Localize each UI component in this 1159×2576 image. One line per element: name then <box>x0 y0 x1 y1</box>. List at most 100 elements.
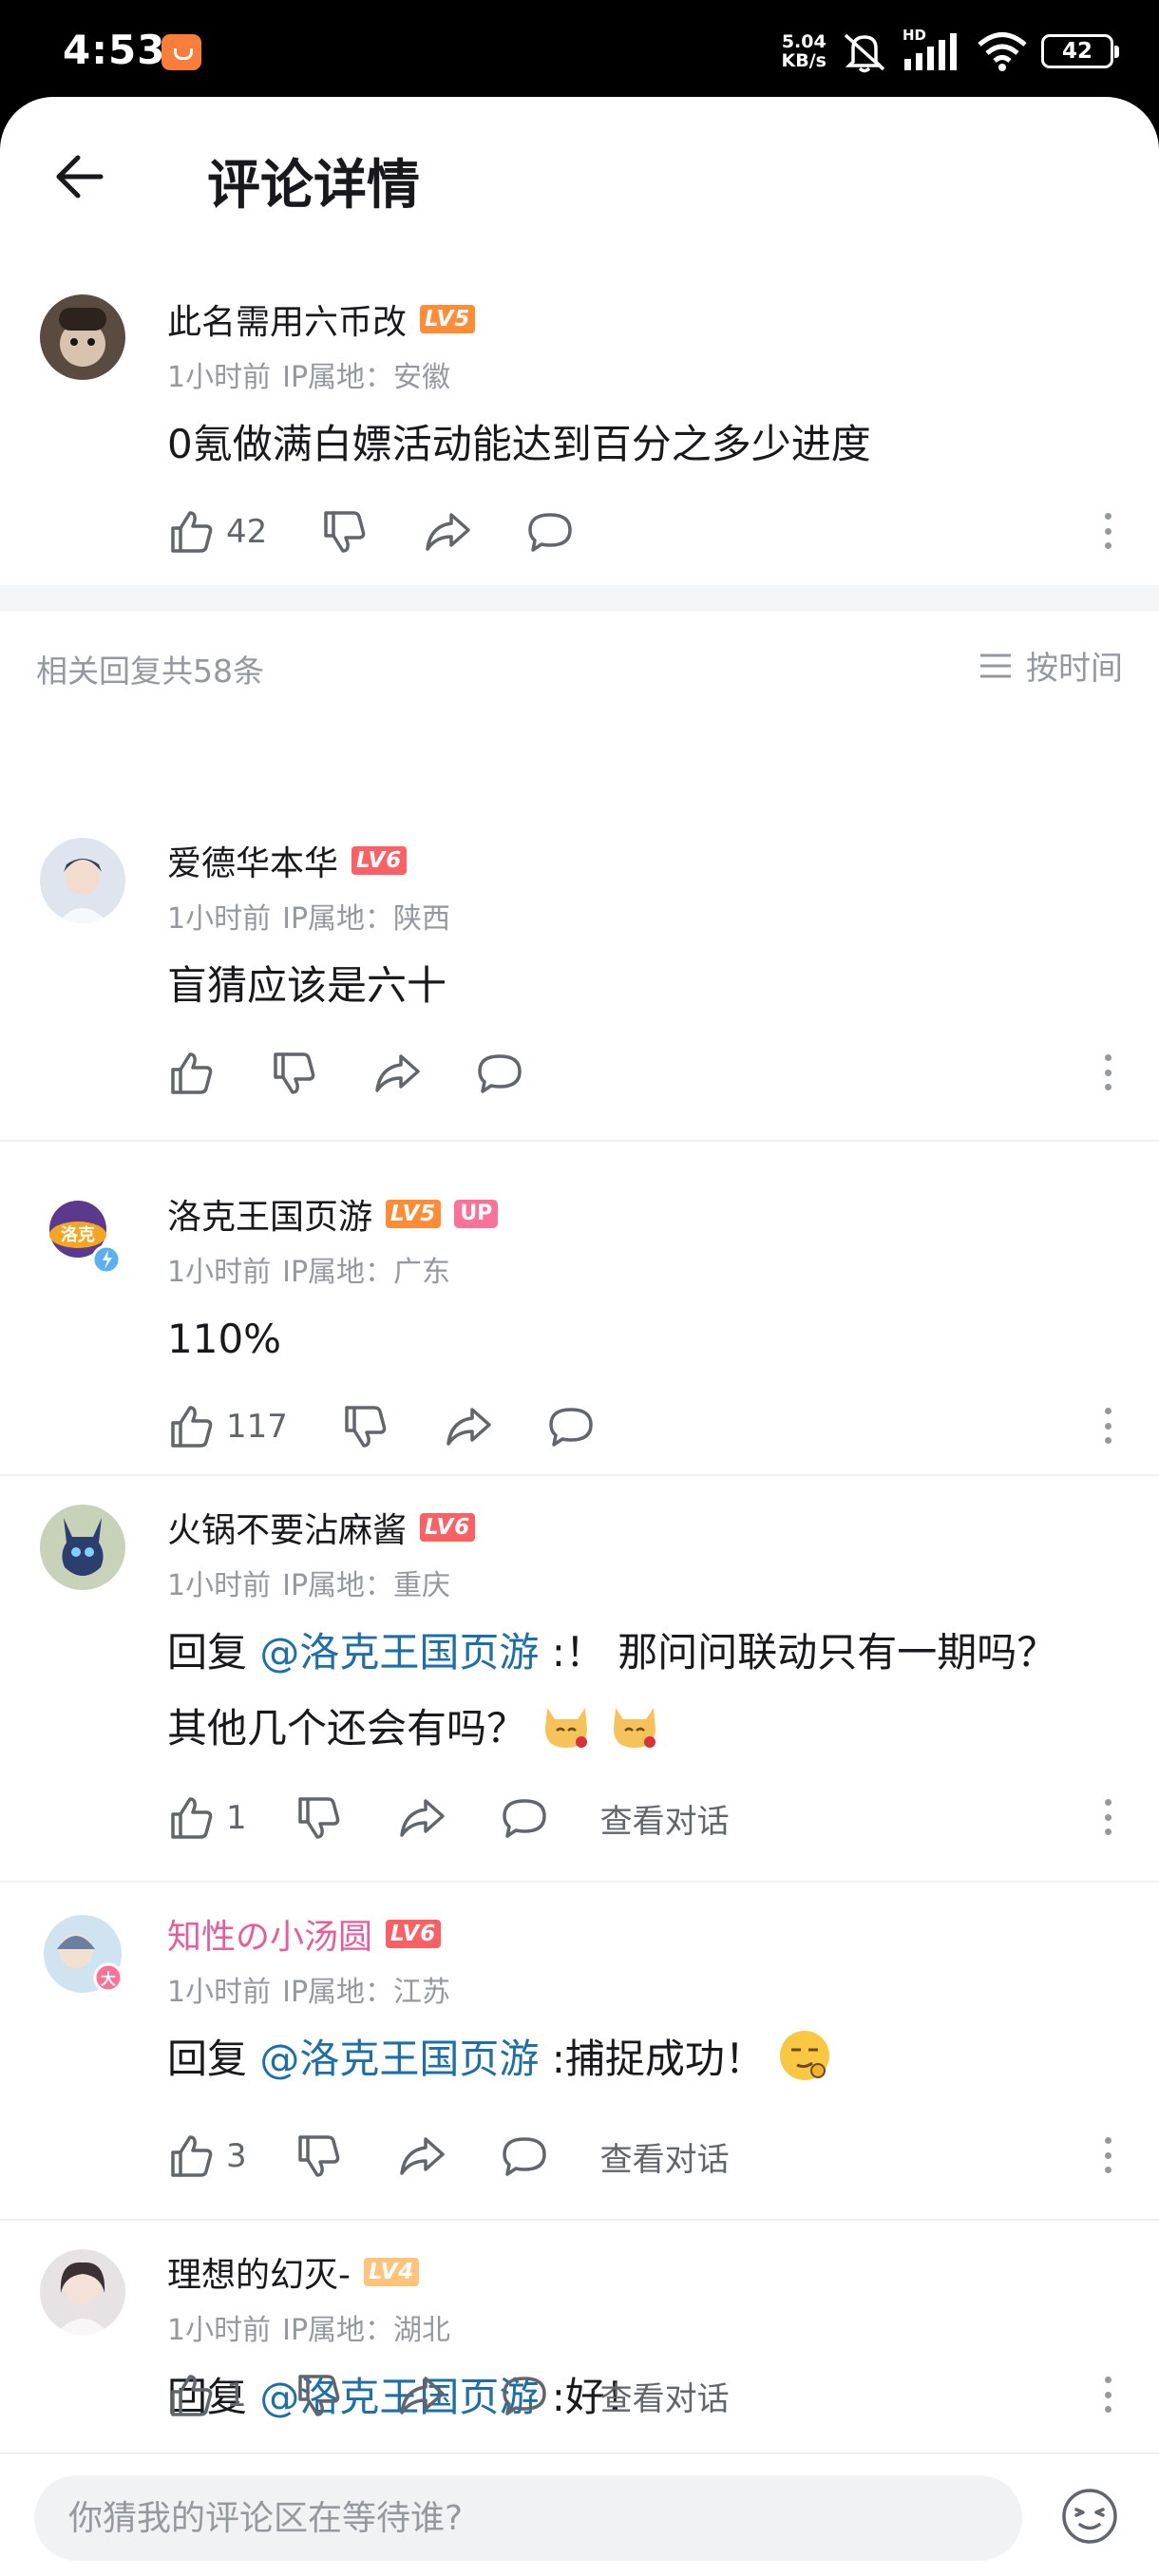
like-button[interactable] <box>167 1049 217 1098</box>
like-count: 42 <box>226 513 268 551</box>
username-row: 理想的幻灭- LV4 <box>167 2247 420 2297</box>
like-button[interactable]: 117 <box>167 1402 288 1451</box>
comment-time: 1小时前 <box>167 1256 272 1289</box>
cat-rose-emoji-icon <box>614 1708 656 1748</box>
svg-text:大: 大 <box>101 1970 116 1988</box>
reply-button[interactable] <box>500 2131 549 2181</box>
like-button[interactable]: 1 <box>167 1793 247 1843</box>
reply-icon <box>549 1408 593 1447</box>
ip-location: IP属地：安徽 <box>282 361 451 394</box>
share-button[interactable] <box>397 2371 446 2420</box>
reply-button[interactable] <box>525 507 575 557</box>
username[interactable]: 洛克王国页游 <box>167 1189 372 1239</box>
sort-label: 按时间 <box>1026 650 1123 688</box>
share-button[interactable] <box>444 1402 493 1451</box>
mention-link[interactable]: @洛克王国页游 <box>259 1629 539 1676</box>
reply-item: 爱德华本华 LV6 1小时前 IP属地：陕西 盲猜应该是六十 <box>0 739 1159 1094</box>
ip-location: IP属地：广东 <box>282 1256 451 1289</box>
comment-input[interactable] <box>34 2475 1022 2561</box>
like-icon <box>171 1797 213 1839</box>
username[interactable]: 火锅不要沾麻酱 <box>167 1503 407 1552</box>
sort-button[interactable]: 按时间 <box>978 642 1123 689</box>
view-conversation-link[interactable]: 查看对话 <box>600 2373 730 2419</box>
reply-button[interactable] <box>546 1402 596 1451</box>
avatar[interactable] <box>40 838 125 923</box>
share-button[interactable] <box>372 1049 422 1098</box>
view-conversation-link[interactable]: 查看对话 <box>600 2133 730 2180</box>
cat-rose-emoji-icon <box>545 1708 588 1748</box>
comment-text: 回复 @洛克王国页游 :！ 那问问联动只有一期吗？ 其他几个还会有吗？ <box>167 1615 1098 1767</box>
reply-button[interactable] <box>500 2371 549 2420</box>
username[interactable]: 理想的幻灭- <box>167 2247 351 2297</box>
dislike-icon <box>274 1052 315 1094</box>
username-row: 洛克王国页游 LV5 UP <box>167 1189 499 1239</box>
username[interactable]: 爱德华本华 <box>167 836 338 885</box>
reply-icon <box>478 1054 522 1093</box>
username-row: 知性の小汤圆 LV6 <box>167 1909 442 1959</box>
mention-link[interactable]: @洛克王国页游 <box>259 2036 539 2082</box>
back-arrow-icon[interactable] <box>49 146 110 207</box>
more-icon[interactable] <box>1098 1402 1117 1449</box>
reply-item: 火锅不要沾麻酱 LV6 1小时前 IP属地：重庆 回复 @洛克王国页游 :！ 那问… <box>0 1476 1159 1885</box>
comment-actions: 1 查看对话 <box>167 2367 730 2424</box>
level-badge: LV6 <box>420 1513 476 1542</box>
more-icon[interactable] <box>1098 1049 1117 1096</box>
dislike-button[interactable] <box>270 1049 319 1098</box>
share-button[interactable] <box>397 2131 446 2181</box>
comment-meta: 1小时前 IP属地：陕西 <box>167 895 450 937</box>
status-right: 5.04 KB/s HD 42 <box>782 27 1119 76</box>
like-button[interactable]: 42 <box>167 507 267 557</box>
like-button[interactable]: 1 <box>167 2371 247 2420</box>
more-icon[interactable] <box>1098 507 1117 555</box>
like-icon <box>171 1052 213 1094</box>
dislike-button[interactable] <box>294 2371 344 2420</box>
share-icon <box>446 1408 491 1446</box>
main-comment: 此名需用六币改 LV5 1小时前 IP属地：安徽 0氪做满白嫖活动能达到百分之多少… <box>0 258 1159 676</box>
level-badge: LV6 <box>386 1920 442 1948</box>
view-conversation-link[interactable]: 查看对话 <box>600 1795 730 1842</box>
like-button[interactable]: 3 <box>167 2131 247 2181</box>
like-count: 117 <box>226 1408 288 1446</box>
sort-icon <box>980 653 1011 677</box>
like-count: 1 <box>226 1799 247 1837</box>
username[interactable]: 知性の小汤圆 <box>167 1909 372 1959</box>
share-icon <box>399 1799 445 1837</box>
avatar[interactable]: 洛克 <box>40 1191 125 1277</box>
avatar[interactable] <box>40 294 125 380</box>
reply-button[interactable] <box>475 1049 524 1098</box>
more-icon[interactable] <box>1098 2131 1117 2179</box>
like-icon <box>171 2375 213 2416</box>
dislike-button[interactable] <box>341 1402 390 1451</box>
avatar[interactable] <box>40 1505 125 1590</box>
comment-time: 1小时前 <box>167 1976 272 2009</box>
signal-icon: HD <box>902 27 963 72</box>
username[interactable]: 此名需用六币改 <box>167 294 407 344</box>
level-badge: LV5 <box>420 305 476 333</box>
reply-prefix: 回复 <box>167 2036 260 2082</box>
avatar[interactable]: 大 <box>40 1911 125 1997</box>
reply-item: 大 知性の小汤圆 LV6 1小时前 IP属地：江苏 回复 @洛克王国页游 :捕捉成… <box>0 1883 1159 2221</box>
comment-time: 1小时前 <box>167 1569 272 1602</box>
dislike-icon <box>297 2375 339 2416</box>
comment-text: 0氪做满白嫖活动能达到百分之多少进度 <box>167 421 871 467</box>
reply-button[interactable] <box>500 1793 549 1843</box>
dislike-icon <box>345 1406 387 1448</box>
dislike-button[interactable] <box>294 2131 344 2181</box>
share-button[interactable] <box>423 507 472 557</box>
emoji-icon[interactable] <box>1060 2487 1119 2546</box>
share-button[interactable] <box>397 1793 446 1843</box>
dislike-button[interactable] <box>320 507 370 557</box>
avatar[interactable] <box>40 2249 125 2335</box>
comment-input-box[interactable] <box>34 2475 1022 2561</box>
more-icon[interactable] <box>1098 2371 1117 2418</box>
dislike-button[interactable] <box>294 1793 344 1843</box>
reply-icon <box>528 513 573 552</box>
replies-count: 相关回复共58条 <box>36 653 264 690</box>
app-notification-icon <box>162 34 201 70</box>
net-speed: 5.04 KB/s <box>782 32 826 70</box>
like-count: 1 <box>226 2377 247 2415</box>
more-icon[interactable] <box>1098 1793 1117 1841</box>
comment-time: 1小时前 <box>167 902 272 936</box>
like-count: 3 <box>226 2137 247 2175</box>
reply-prefix: 回复 <box>167 1629 260 1676</box>
